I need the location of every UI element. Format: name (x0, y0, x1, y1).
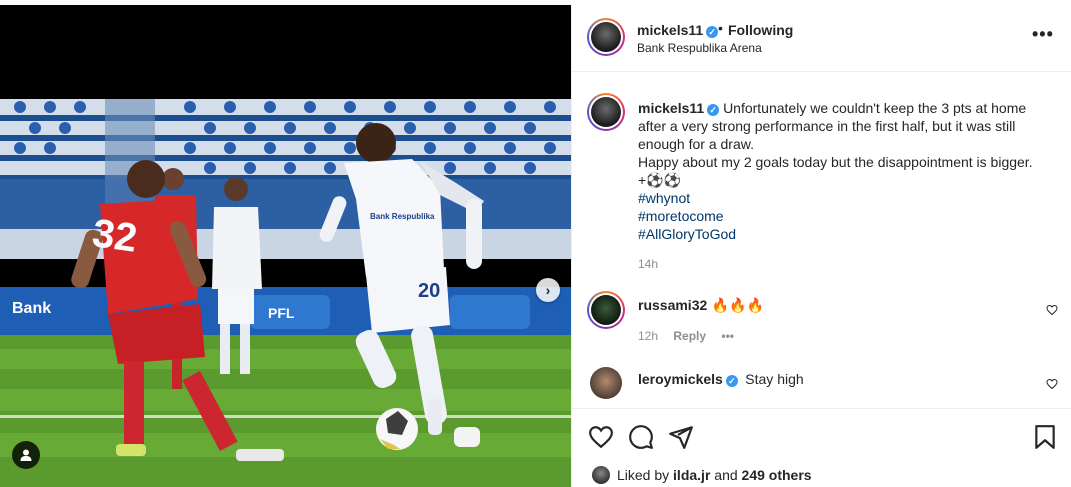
comments-section: mickels11 ✓ Unfortunately we couldn't kee… (572, 73, 1071, 408)
post-side-panel: mickels11 ✓ • Following Bank Respublika A… (571, 4, 1071, 487)
heart-icon[interactable] (1046, 378, 1058, 390)
bookmark-icon[interactable] (1032, 424, 1058, 450)
white-jersey-number: 20 (418, 280, 440, 302)
author-username[interactable]: mickels11 (637, 22, 703, 38)
verified-badge-icon: ✓ (725, 375, 738, 387)
post-location[interactable]: Bank Respublika Arena (637, 41, 762, 55)
more-options-button[interactable]: ••• (1032, 24, 1054, 44)
sponsor-text: Bank Respublika (370, 212, 435, 221)
likes-joiner: and (714, 467, 738, 483)
hashtag-link[interactable]: #whynot (638, 189, 1058, 207)
page-topbar-edge (0, 0, 571, 5)
liker-avatar[interactable] (592, 466, 610, 484)
action-bar (572, 408, 1071, 458)
hashtag-link[interactable]: #moretocome (638, 207, 1058, 225)
commenter-username[interactable]: leroymickels (638, 371, 723, 387)
ad-board-text: Bank (12, 300, 51, 317)
likes-others-link[interactable]: 249 others (742, 467, 812, 483)
verified-badge-icon: ✓ (706, 26, 719, 38)
caption-line: +⚽⚽ (638, 172, 682, 188)
user-tag-icon (20, 449, 32, 461)
caption-timestamp[interactable]: 14h (638, 257, 658, 271)
tagged-users-button[interactable] (12, 441, 40, 469)
comment-timestamp[interactable]: 12h (638, 329, 658, 343)
comment-item: leroymickels ✓ Stay high (572, 363, 1071, 408)
comment-icon[interactable] (628, 424, 654, 450)
caption-username[interactable]: mickels11 (638, 100, 704, 116)
commenter-avatar[interactable] (590, 367, 622, 399)
following-button[interactable]: Following (728, 22, 793, 38)
comment-options-button[interactable]: ••• (721, 329, 734, 343)
liker-username[interactable]: ilda.jr (673, 467, 710, 483)
caption-line: Happy about my 2 goals today but the dis… (638, 154, 1033, 170)
verified-badge-icon: ✓ (707, 104, 720, 116)
post-caption: mickels11 ✓ Unfortunately we couldn't kee… (638, 99, 1058, 243)
more-icon: ••• (1032, 24, 1054, 44)
comment-text: 🔥🔥🔥 (711, 297, 765, 313)
commenter-avatar[interactable] (587, 291, 625, 329)
chevron-right-icon: › (545, 282, 551, 298)
heart-icon[interactable] (1046, 304, 1058, 316)
share-icon[interactable] (668, 424, 694, 450)
header-separator: • (718, 20, 723, 36)
hashtag-link[interactable]: #AllGloryToGod (638, 225, 1058, 243)
ad-board-pfl: PFL (268, 305, 295, 321)
commenter-username[interactable]: russami32 (638, 297, 707, 313)
caption-author-avatar[interactable] (587, 93, 625, 131)
post-header: mickels11 ✓ • Following Bank Respublika A… (572, 4, 1071, 72)
soccer-ball (376, 408, 418, 450)
comment-text: Stay high (745, 371, 804, 387)
next-photo-button[interactable]: › (536, 278, 560, 302)
author-avatar[interactable] (587, 18, 625, 56)
comment-item: russami32 🔥🔥🔥 12h Reply ••• (572, 287, 1071, 347)
post-photo: Bank PFL 32 20 Bank Respublika (0, 99, 571, 487)
heart-icon[interactable] (588, 424, 614, 450)
likes-summary: Liked by ilda.jr and 249 others (592, 466, 812, 484)
red-jersey-number: 32 (90, 211, 140, 261)
likes-prefix: Liked by (617, 467, 670, 483)
reply-button[interactable]: Reply (673, 329, 706, 343)
post-media: Bank PFL 32 20 Bank Respublika › (0, 0, 571, 487)
